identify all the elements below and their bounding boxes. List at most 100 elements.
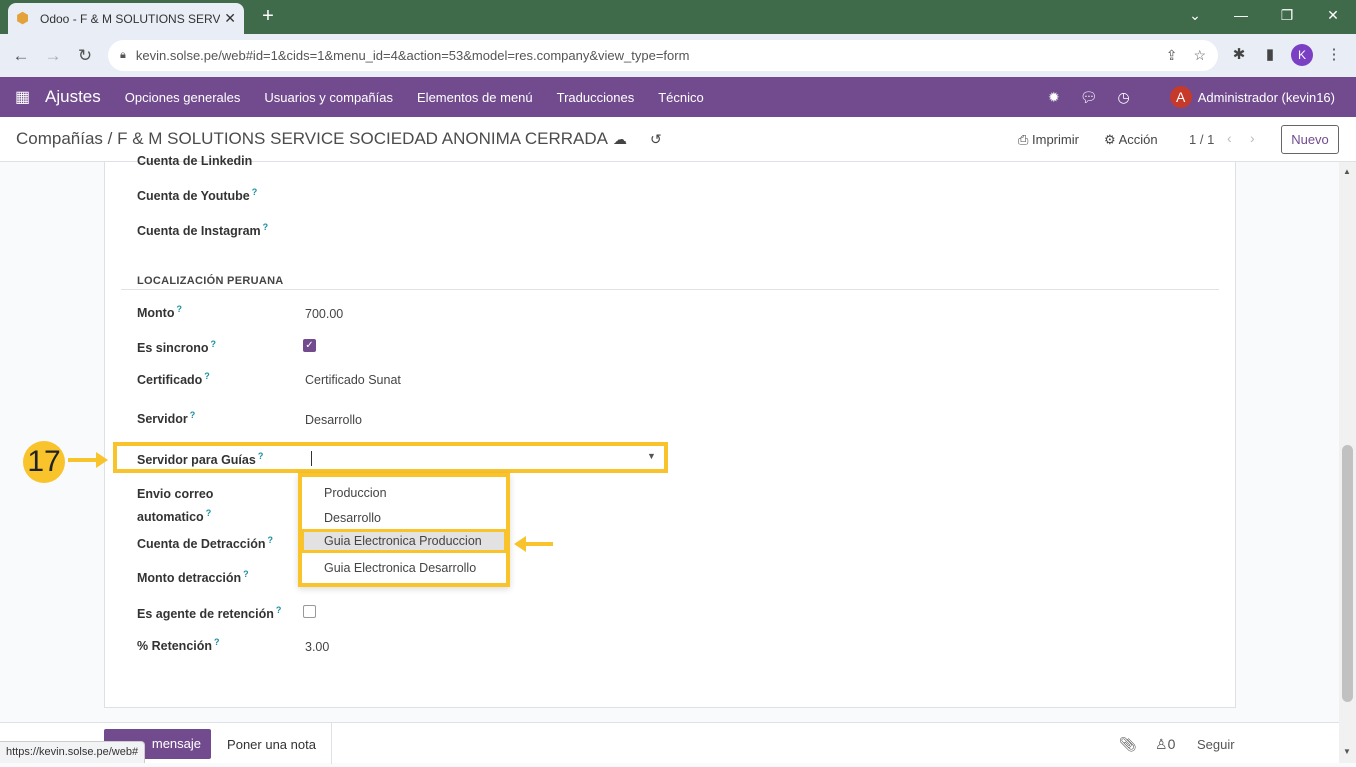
arrow-right-icon xyxy=(68,458,96,462)
address-bar: ← → ↻ 🔒︎ kevin.solse.pe/web#id=1&cids=1&… xyxy=(0,34,1356,77)
servidor-label: Servidor? xyxy=(137,410,196,427)
agente-retencion-label: Es agente de retención? xyxy=(137,605,282,622)
form-sheet: Cuenta de Linkedin Cuenta de Youtube? Cu… xyxy=(104,154,1236,708)
instagram-label: Cuenta de Instagram? xyxy=(137,222,269,239)
url-text: kevin.solse.pe/web#id=1&cids=1&menu_id=4… xyxy=(135,48,690,63)
side-panel-icon[interactable]: ▮ xyxy=(1258,43,1282,67)
pager-value: 1 / 1 xyxy=(1189,132,1215,147)
chevron-down-icon[interactable]: ▼ xyxy=(647,451,656,461)
browser-menu-icon[interactable]: ⋮ xyxy=(1322,43,1346,67)
follow-button[interactable]: Seguir xyxy=(1197,737,1235,752)
browser-tab[interactable]: ⬢ Odoo - F & M SOLUTIONS SERV ✕ xyxy=(8,3,244,34)
sincrono-label: Es sincrono? xyxy=(137,339,217,356)
log-note-button[interactable]: Poner una nota xyxy=(212,723,332,764)
menu-usuarios-companias[interactable]: Usuarios y compañías xyxy=(264,90,393,105)
help-icon[interactable]: ? xyxy=(176,304,182,314)
help-icon[interactable]: ? xyxy=(211,339,217,349)
bookmark-star-icon[interactable]: ☆ xyxy=(1193,47,1206,64)
menu-tecnico[interactable]: Técnico xyxy=(658,90,704,105)
menu-opciones-generales[interactable]: Opciones generales xyxy=(125,90,241,105)
help-icon[interactable]: ? xyxy=(276,605,282,615)
arrow-right-head-icon xyxy=(96,452,108,468)
apps-grid-icon[interactable]: ▦ xyxy=(15,87,35,107)
close-tab-icon[interactable]: ✕ xyxy=(224,10,236,27)
scroll-up-icon[interactable]: ▲ xyxy=(1343,167,1351,176)
sincrono-checkbox[interactable]: ✓ xyxy=(303,339,316,352)
forward-icon[interactable]: → xyxy=(40,43,66,69)
option-guia-electronica-desarrollo[interactable]: Guia Electronica Desarrollo xyxy=(302,556,506,580)
menu-traducciones[interactable]: Traducciones xyxy=(557,90,635,105)
envio-correo-label: Envio correo automatico? xyxy=(137,487,214,525)
servidor-field[interactable]: Desarrollo xyxy=(305,413,362,427)
breadcrumb[interactable]: Compañías / F & M SOLUTIONS SERVICE SOCI… xyxy=(16,129,608,149)
help-icon[interactable]: ? xyxy=(206,508,212,518)
monto-label: Monto? xyxy=(137,304,182,321)
print-button[interactable]: ⎙ Imprimir xyxy=(1018,132,1079,148)
menu-elementos-menu[interactable]: Elementos de menú xyxy=(417,90,533,105)
url-field[interactable]: 🔒︎ kevin.solse.pe/web#id=1&cids=1&menu_i… xyxy=(108,40,1218,71)
agente-retencion-checkbox[interactable] xyxy=(303,605,316,618)
certificado-field[interactable]: Certificado Sunat xyxy=(305,373,401,387)
arrow-left-head-icon xyxy=(514,536,526,552)
retencion-label: % Retención? xyxy=(137,637,220,654)
profile-avatar[interactable]: K xyxy=(1291,44,1313,66)
action-button[interactable]: ⚙ Acción xyxy=(1104,132,1158,148)
option-produccion[interactable]: Produccion xyxy=(302,481,506,505)
scroll-down-icon[interactable]: ▼ xyxy=(1343,747,1351,756)
chatter-bar: mensaje Poner una nota 📎︎ ♙0 Seguir xyxy=(0,722,1339,764)
section-divider xyxy=(121,289,1219,290)
help-icon[interactable]: ? xyxy=(263,222,269,232)
option-guia-electronica-produccion[interactable]: Guia Electronica Produccion xyxy=(301,529,507,553)
section-title: LOCALIZACIÓN PERUANA xyxy=(137,275,284,287)
page-scrollbar[interactable]: ▲ ▼ xyxy=(1339,162,1356,763)
pager-previous-icon[interactable]: ‹ xyxy=(1227,130,1232,146)
user-menu[interactable]: A Administrador (kevin16) xyxy=(1150,86,1335,108)
save-cloud-icon[interactable]: ☁ xyxy=(613,131,627,148)
detraccion-label: Cuenta de Detracción? xyxy=(137,535,274,552)
servidor-guias-select[interactable] xyxy=(311,451,312,466)
monto-field[interactable]: 700.00 xyxy=(305,307,343,321)
help-icon[interactable]: ? xyxy=(214,637,220,647)
user-name: Administrador (kevin16) xyxy=(1197,89,1335,105)
back-icon[interactable]: ← xyxy=(8,43,34,69)
print-icon: ⎙ xyxy=(1018,132,1033,147)
activity-clock-icon[interactable]: ◷ xyxy=(1118,89,1130,106)
retencion-field[interactable]: 3.00 xyxy=(305,640,329,654)
help-icon[interactable]: ? xyxy=(268,535,274,545)
monto-detraccion-label: Monto detracción? xyxy=(137,569,249,586)
user-avatar: A xyxy=(1169,86,1192,108)
linkedin-label: Cuenta de Linkedin xyxy=(137,154,253,168)
help-icon[interactable]: ? xyxy=(190,410,196,420)
restore-button[interactable]: ❐ xyxy=(1264,0,1310,30)
followers-button[interactable]: ♙0 xyxy=(1155,736,1175,753)
app-name[interactable]: Ajustes xyxy=(45,87,101,107)
link-status-bubble: https://kevin.solse.pe/web# xyxy=(0,741,146,763)
reload-icon[interactable]: ↻ xyxy=(72,43,98,69)
pager-next-icon[interactable]: › xyxy=(1250,130,1255,146)
help-icon[interactable]: ? xyxy=(243,569,249,579)
help-icon[interactable]: ? xyxy=(252,187,258,197)
youtube-label: Cuenta de Youtube? xyxy=(137,187,258,204)
step-number-badge: 17 xyxy=(23,441,65,483)
servidor-guias-label: Servidor para Guías? xyxy=(137,451,264,468)
tab-search-icon[interactable]: ⌄ xyxy=(1172,0,1218,30)
discard-icon[interactable]: ↺ xyxy=(650,131,662,148)
share-icon[interactable]: ⇪ xyxy=(1166,47,1178,64)
new-tab-button[interactable]: + xyxy=(256,4,280,28)
close-window-button[interactable]: ✕ xyxy=(1310,0,1356,30)
gear-icon: ⚙ xyxy=(1104,132,1119,147)
odoo-navbar: ▦ Ajustes Opciones generales Usuarios y … xyxy=(0,77,1356,117)
chat-icon[interactable]: 💬︎ xyxy=(1080,89,1098,106)
option-desarrollo[interactable]: Desarrollo xyxy=(302,506,506,530)
minimize-button[interactable]: — xyxy=(1218,0,1264,30)
extensions-icon[interactable]: ✱ xyxy=(1227,43,1251,67)
scrollbar-thumb[interactable] xyxy=(1342,445,1353,702)
tab-title: Odoo - F & M SOLUTIONS SERV xyxy=(40,11,221,26)
help-icon[interactable]: ? xyxy=(204,371,210,381)
debug-bug-icon[interactable]: ✹ xyxy=(1048,89,1060,106)
lock-icon: 🔒︎ xyxy=(120,49,126,61)
user-icon: ♙ xyxy=(1155,736,1168,752)
help-icon[interactable]: ? xyxy=(258,451,264,461)
new-button[interactable]: Nuevo xyxy=(1281,125,1339,154)
paperclip-icon[interactable]: 📎︎ xyxy=(1119,736,1137,753)
